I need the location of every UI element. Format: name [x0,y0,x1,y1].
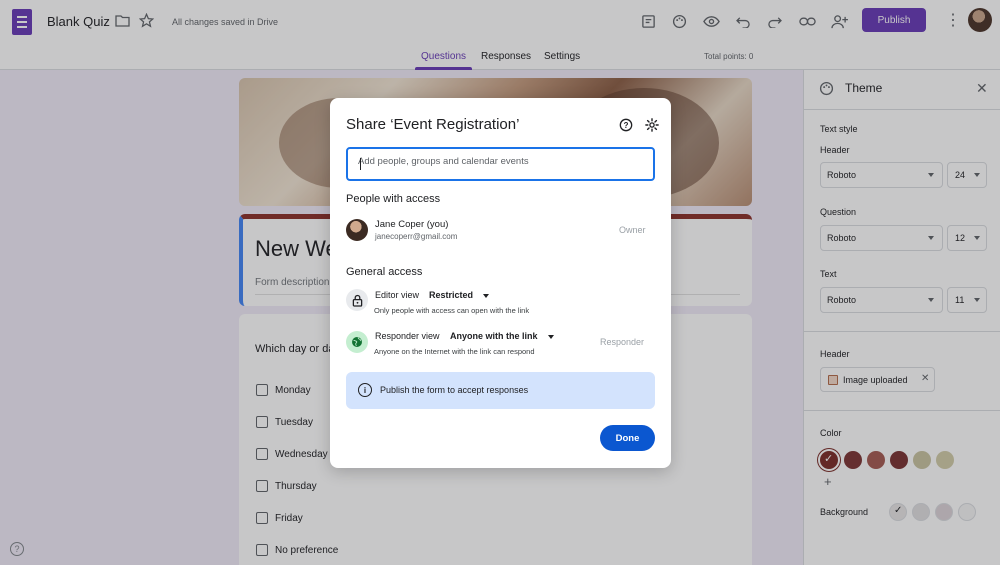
chevron-down-icon[interactable] [548,335,554,339]
svg-text:?: ? [624,121,629,130]
owner-role-label: Owner [619,225,646,235]
globe-icon [346,331,368,353]
dialog-title: Share ‘Event Registration’ [346,116,520,133]
responder-view-label: Responder view [375,331,440,341]
person-name: Jane Coper (you) [375,219,449,230]
text-caret [360,158,361,170]
help-icon[interactable]: ? [619,118,633,132]
avatar [346,219,368,241]
banner-text: Publish the form to accept responses [380,385,529,395]
responder-access-dropdown[interactable]: Anyone with the link [450,331,538,341]
done-button[interactable]: Done [600,425,655,451]
person-email: janecoperr@gmail.com [375,232,458,241]
settings-gear-icon[interactable] [645,118,659,132]
editor-access-dropdown[interactable]: Restricted [429,290,473,300]
publish-info-banner: i Publish the form to accept responses [346,372,655,409]
editor-access-description: Only people with access can open with th… [374,306,530,315]
general-access-heading: General access [346,266,423,278]
lock-icon [346,289,368,311]
people-with-access-heading: People with access [346,193,441,205]
add-people-input-wrapper[interactable] [346,147,655,181]
responder-access-description: Anyone on the Internet with the link can… [374,347,535,356]
editor-view-label: Editor view [375,290,420,300]
chevron-down-icon[interactable] [483,294,489,298]
add-people-input[interactable] [358,156,648,167]
responder-role-label: Responder [600,337,645,347]
info-icon: i [358,383,372,397]
share-dialog: Share ‘Event Registration’ ? People with… [330,98,671,468]
